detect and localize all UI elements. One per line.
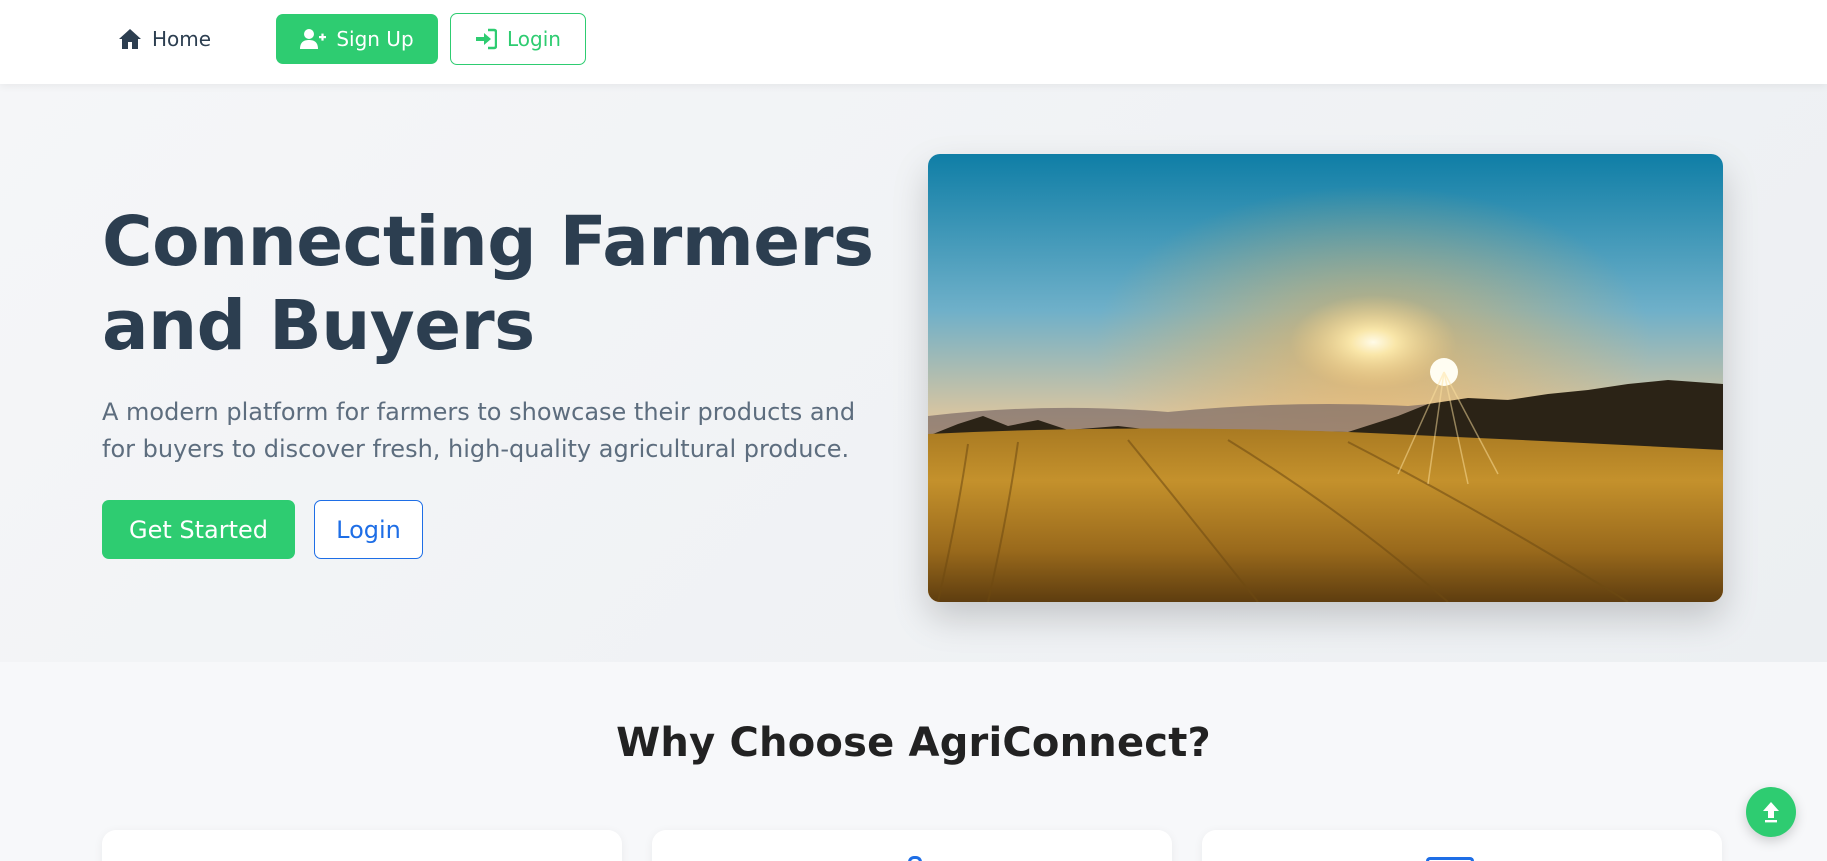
feature-card [102,830,622,861]
get-started-button[interactable]: Get Started [102,500,295,559]
feature-card [652,830,1172,861]
hero-subtitle-line-2: for buyers to discover fresh, high-quali… [102,435,850,463]
nav-home-label: Home [152,27,212,51]
nav-login-button[interactable]: Login [450,13,586,65]
nav-signup-label: Sign Up [336,27,414,51]
wheat-field-sunset-image [928,154,1723,602]
features-section-title: Why Choose AgriConnect? [616,720,1211,766]
arrow-up-icon [1763,802,1779,823]
nav-login-label: Login [507,27,561,51]
hero-section: Connecting Farmers and Buyers A modern p… [0,84,1827,662]
hero-title-line-2: and Buyers [102,286,535,366]
feature-card [1202,830,1722,861]
nav-signup-button[interactable]: Sign Up [276,14,438,64]
hero-subtitle: A modern platform for farmers to showcas… [102,394,912,468]
user-plus-icon [300,29,327,49]
hero-title: Connecting Farmers and Buyers [102,200,902,368]
sign-in-icon [476,28,498,50]
hero-image [928,154,1723,602]
hero-subtitle-line-1: A modern platform for farmers to showcas… [102,398,856,426]
hero-login-button[interactable]: Login [314,500,423,559]
nav-home-link[interactable]: Home [118,22,211,56]
hero-title-line-1: Connecting Farmers [102,202,874,282]
home-icon [119,29,141,49]
scroll-to-top-button[interactable] [1746,787,1796,837]
feature-card-icon [1426,857,1474,861]
feature-card-icon [908,856,922,861]
top-navbar: Home Sign Up Login [0,0,1827,84]
